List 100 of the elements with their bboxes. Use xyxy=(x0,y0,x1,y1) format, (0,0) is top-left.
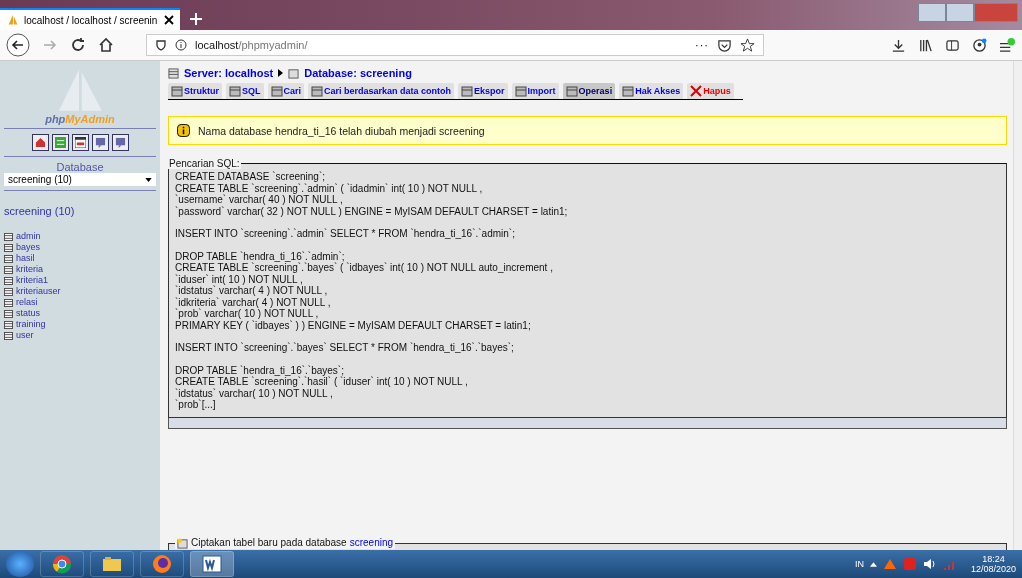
server-link[interactable]: Server: localhost xyxy=(184,67,274,79)
sql-line: `idstatus` varchar( 10 ) NOT NULL , xyxy=(175,387,334,399)
sql-line: `idstatus` varchar( 4 ) NOT NULL , xyxy=(175,285,329,297)
firefox-taskbar-icon[interactable] xyxy=(140,551,184,577)
table-link[interactable]: kriteria1 xyxy=(16,275,48,286)
pocket-icon[interactable] xyxy=(717,37,732,53)
shield-icon xyxy=(155,39,167,51)
tab[interactable]: Import xyxy=(511,83,559,99)
tray-app-icon[interactable] xyxy=(882,557,897,571)
volume-icon[interactable] xyxy=(922,557,937,571)
sidebar-icon[interactable] xyxy=(945,37,960,53)
table-link[interactable]: user xyxy=(16,330,34,341)
dropdown-arrow-icon xyxy=(145,177,152,182)
table-icon[interactable] xyxy=(4,243,13,252)
home-icon[interactable] xyxy=(98,37,114,53)
table-link[interactable]: relasi xyxy=(16,297,38,308)
tab[interactable]: Operasi xyxy=(562,83,616,99)
sql-line: `prob`[...] xyxy=(175,399,217,411)
tab[interactable]: Struktur xyxy=(168,83,222,99)
database-link[interactable]: Database: screening xyxy=(304,67,412,79)
table-icon[interactable] xyxy=(4,320,13,329)
table-icon xyxy=(229,85,241,97)
sql-line: `iduser` int( 10 ) NOT NULL , xyxy=(175,273,304,285)
chrome-taskbar-icon[interactable] xyxy=(40,551,84,577)
sql-line: `password` varchar( 32 ) NOT NULL ) ENGINE = MyISAM DEFAULT CHARSET = latin1; xyxy=(175,205,569,217)
sailboat-icon xyxy=(6,13,20,27)
info-icon xyxy=(177,124,190,137)
database-link[interactable]: screening (10) xyxy=(4,205,156,217)
table-icon[interactable] xyxy=(4,232,13,241)
new-tab-icon[interactable] xyxy=(190,13,202,25)
table-icon[interactable] xyxy=(4,276,13,285)
phpmyadmin-logo[interactable]: phpMyAdmin xyxy=(4,65,156,125)
sql-line: DROP TABLE `hendra_ti_16`.`admin`; xyxy=(175,250,346,262)
panel-legend: Pencarian SQL: xyxy=(168,158,241,169)
table-icon xyxy=(171,85,183,97)
account-icon[interactable] xyxy=(972,37,987,53)
sql-line: CREATE TABLE `screening`.`bayes` ( `idbayes` int( 10 ) NOT NULL auto_increment , xyxy=(175,262,554,274)
table-icon[interactable] xyxy=(4,331,13,340)
sql-icon[interactable] xyxy=(71,134,89,151)
download-icon[interactable] xyxy=(891,37,906,53)
clock[interactable]: 18:24 12/08/2020 xyxy=(970,554,1016,574)
sql-line: CREATE TABLE `screening`.`hasil` ( `iduser` int( 10 ) NOT NULL , xyxy=(175,376,469,388)
tab[interactable]: Hak Akses xyxy=(619,83,684,99)
caret-icon xyxy=(278,69,284,77)
table-icon[interactable] xyxy=(4,287,13,296)
table-link[interactable]: status xyxy=(16,308,40,319)
table-icon xyxy=(311,85,324,97)
tab[interactable]: Cari xyxy=(267,83,305,99)
close-icon[interactable] xyxy=(164,15,174,25)
help-icon[interactable] xyxy=(91,134,109,151)
sql-line: `prob` varchar( 10 ) NOT NULL , xyxy=(175,308,320,320)
table-link[interactable]: admin xyxy=(16,231,41,242)
sql-line: `idkriteria` varchar( 4 ) NOT NULL , xyxy=(175,296,332,308)
table-icon[interactable] xyxy=(4,254,13,263)
word-taskbar-icon[interactable] xyxy=(190,551,234,577)
table-link[interactable]: hasil xyxy=(16,253,35,264)
query-window-icon[interactable] xyxy=(51,134,69,151)
sql-line: CREATE DATABASE `screening`; xyxy=(175,171,326,183)
database-icon xyxy=(288,67,300,79)
sql-line: DROP TABLE `hendra_ti_16`.`bayes`; xyxy=(175,364,344,376)
back-icon[interactable] xyxy=(6,33,30,57)
tray-arrow-icon[interactable] xyxy=(869,561,877,567)
table-icon xyxy=(622,85,635,97)
table-icon[interactable] xyxy=(4,265,13,274)
sql-line: INSERT INTO `screening`.`admin` SELECT * FROM `hendra_ti_16`.`admin`; xyxy=(175,228,516,240)
docs-icon[interactable] xyxy=(111,134,129,151)
language-indicator[interactable]: IN xyxy=(854,559,864,569)
table-link[interactable]: kriteria xyxy=(16,264,43,275)
address-bar[interactable]: localhost/phpmyadmin/ ··· xyxy=(146,34,764,56)
table-icon xyxy=(270,85,283,97)
library-icon[interactable] xyxy=(918,37,933,53)
menu-icon[interactable] xyxy=(999,37,1016,53)
table-link[interactable]: bayes xyxy=(16,242,41,253)
sql-line: PRIMARY KEY ( `idbayes` ) ) ENGINE = MyISAM DEFAULT CHARSET = latin1; xyxy=(175,319,532,331)
more-button[interactable]: ··· xyxy=(695,39,709,51)
tab[interactable]: SQL xyxy=(226,83,264,99)
tab[interactable]: Ekspor xyxy=(458,83,508,99)
reload-icon[interactable] xyxy=(70,37,86,53)
start-button[interactable] xyxy=(6,551,34,577)
table-link[interactable]: kriteriauser xyxy=(16,286,61,297)
home-icon[interactable] xyxy=(31,134,49,151)
star-icon[interactable] xyxy=(740,37,755,53)
panel-legend: Ciptakan tabel baru pada database xyxy=(191,537,347,549)
database-link[interactable]: screening xyxy=(349,537,394,549)
table-icon[interactable] xyxy=(4,309,13,318)
sql-line: `username` varchar( 40 ) NOT NULL , xyxy=(175,194,344,206)
table-icon[interactable] xyxy=(4,298,13,307)
tab-title: localhost / localhost / screenin xyxy=(24,14,159,26)
notice-text: Nama database hendra_ti_16 telah diubah menjadi screening xyxy=(198,124,485,137)
database-select[interactable]: screening (10) xyxy=(4,173,156,186)
table-icon xyxy=(461,85,474,97)
info-icon xyxy=(175,39,187,51)
table-icon xyxy=(514,85,527,97)
table-link[interactable]: training xyxy=(16,319,46,330)
folder-taskbar-icon[interactable] xyxy=(90,551,134,577)
delete-icon xyxy=(690,85,703,97)
browser-tab[interactable]: localhost / localhost / screenin xyxy=(0,8,180,30)
database-label: Database xyxy=(55,161,105,173)
scrollbar[interactable] xyxy=(1013,61,1022,550)
tab[interactable]: Cari berdasarkan data contoh xyxy=(308,83,455,99)
